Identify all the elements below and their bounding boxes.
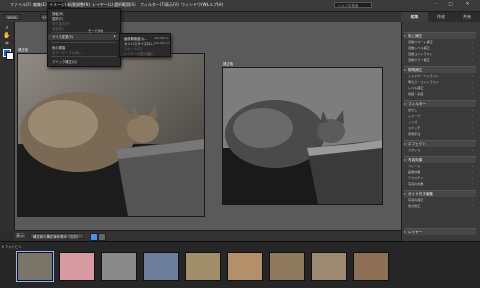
view-mode-select[interactable]: 補正前と補正後を表示（左右） <box>30 233 84 239</box>
panel-item[interactable]: 画像効果 <box>408 170 474 175</box>
thumbnail[interactable] <box>185 252 221 281</box>
section-header[interactable]: フィルター <box>404 100 476 108</box>
menu-item-resize[interactable]: サイズ変更(Z) <box>48 34 120 40</box>
zoom-tool-icon[interactable]: ⌕ <box>3 24 11 31</box>
view-mode-bar: 表示: 補正前と補正後を表示（左右） <box>14 230 402 241</box>
panel-item[interactable]: シャープ <box>408 114 474 119</box>
maximize-icon[interactable]: □ <box>446 2 455 8</box>
panel-item[interactable]: シャドウ・ハイライト <box>408 74 474 79</box>
panel-item[interactable]: ぼかし <box>408 108 474 113</box>
menu-edit[interactable]: 編集(E) <box>33 2 47 8</box>
menu-item-mode[interactable]: モード(M) <box>88 28 103 33</box>
submenu-arrow-icon: ▸ <box>114 34 116 38</box>
panel-item[interactable]: 表現手法 <box>408 132 474 137</box>
panel-item[interactable]: 自動カラー補正 <box>408 58 474 63</box>
tab-edit[interactable]: 編集 <box>401 12 428 22</box>
menu-help[interactable]: ヘルプ(H) <box>205 2 223 8</box>
panel-item[interactable]: 色相・彩度 <box>408 92 474 97</box>
project-bin-label: ▾ フォトビン <box>2 245 22 249</box>
after-label: 補正後 <box>223 62 234 66</box>
tab-create[interactable]: 作成 <box>428 12 454 22</box>
tab-share[interactable]: 共有 <box>454 12 480 22</box>
effects-panel: 色と補正 自動スマート補正 自動レベル補正 自動コントラスト 自動カラー補正 照… <box>401 22 480 241</box>
minimize-icon[interactable]: – <box>432 2 441 8</box>
search-input[interactable]: ヘルプを検索 <box>334 2 372 8</box>
section-header[interactable]: 照明補正 <box>404 66 476 74</box>
menu-item-divide[interactable]: 分割(D) <box>52 26 64 31</box>
before-label: 補正前 <box>18 48 29 52</box>
background-color-swatch[interactable] <box>6 52 14 60</box>
section-header[interactable]: エフェクト <box>404 140 476 148</box>
after-photo[interactable] <box>222 67 383 205</box>
panel-item[interactable]: 自動スマート補正 <box>408 40 474 45</box>
view-mode-label: 表示: <box>16 233 26 238</box>
thumbnail[interactable] <box>59 252 95 281</box>
panel-tabs: 編集 作成 共有 <box>401 12 480 22</box>
project-bin: ▾ フォトビン <box>0 241 480 288</box>
swap-view-icon[interactable] <box>90 233 98 241</box>
menu-item-quick-fix[interactable]: クイック補正(Q) <box>52 59 77 64</box>
section-header[interactable]: 色と補正 <box>404 32 476 40</box>
section-header[interactable]: ガイド付き編集 <box>404 190 476 198</box>
quick-select-icon[interactable]: ⌗ <box>3 40 11 47</box>
shortcut-canvas-size: Alt+Ctrl+C <box>154 41 170 45</box>
thumbnail[interactable] <box>143 252 179 281</box>
thumbnail[interactable] <box>311 252 347 281</box>
zoom-select[interactable]: 100% <box>4 14 20 20</box>
resize-submenu: 画像解像度(I)... Alt+Ctrl+I カンバスサイズ(S)... Alt… <box>119 33 171 57</box>
panel-item[interactable]: フレーム <box>408 164 474 169</box>
image-menu-dropdown: 回転(R) 変形(T) 切り抜き(P) 分割(D) モード(M) サイズ変更(Z… <box>47 8 121 67</box>
panel-item[interactable]: 写真の効果 <box>408 182 474 187</box>
panel-item[interactable]: テクスチャ <box>408 176 474 181</box>
panel-item[interactable]: 写真の補正 <box>408 198 474 203</box>
before-photo[interactable] <box>17 53 205 217</box>
hand-tool-icon[interactable]: ✋ <box>3 32 11 39</box>
menu-separator <box>51 56 117 57</box>
thumbnail[interactable] <box>269 252 305 281</box>
menu-item-color-table[interactable]: カラーテーブル(B)... <box>52 50 83 55</box>
close-icon[interactable]: ✕ <box>463 2 472 8</box>
toolbox: ⌕ ✋ ⌗ <box>0 22 15 232</box>
sync-view-icon[interactable] <box>98 233 106 241</box>
menu-separator <box>51 42 117 43</box>
thumbnail[interactable] <box>227 252 263 281</box>
section-header[interactable]: レイヤー <box>404 228 476 236</box>
menu-filter[interactable]: フィルター(T) <box>140 2 165 8</box>
submenu-item-layer-scale[interactable]: レイヤーの拡大縮小 <box>124 51 154 56</box>
thumbnail[interactable] <box>16 251 54 282</box>
panel-item[interactable]: 自動コントラスト <box>408 52 474 57</box>
menu-file[interactable]: ファイル(F) <box>10 2 31 8</box>
panel-item[interactable]: 自動レベル補正 <box>408 46 474 51</box>
panel-item[interactable]: スタイル <box>408 148 474 153</box>
thumbnail[interactable] <box>101 252 137 281</box>
panel-item[interactable]: ノイズ <box>408 120 474 125</box>
shortcut-image-size: Alt+Ctrl+I <box>154 36 169 40</box>
menu-view[interactable]: 表示(V) <box>165 2 179 8</box>
thumbnail[interactable] <box>353 252 389 281</box>
panel-item[interactable]: スケッチ <box>408 126 474 131</box>
panel-item[interactable]: 明るさ・コントラスト <box>408 80 474 85</box>
section-header[interactable]: 写真効果 <box>404 156 476 164</box>
panel-item[interactable]: 傷の修正 <box>408 204 474 209</box>
panel-item[interactable]: レベル補正 <box>408 86 474 91</box>
menu-separator <box>51 32 117 33</box>
